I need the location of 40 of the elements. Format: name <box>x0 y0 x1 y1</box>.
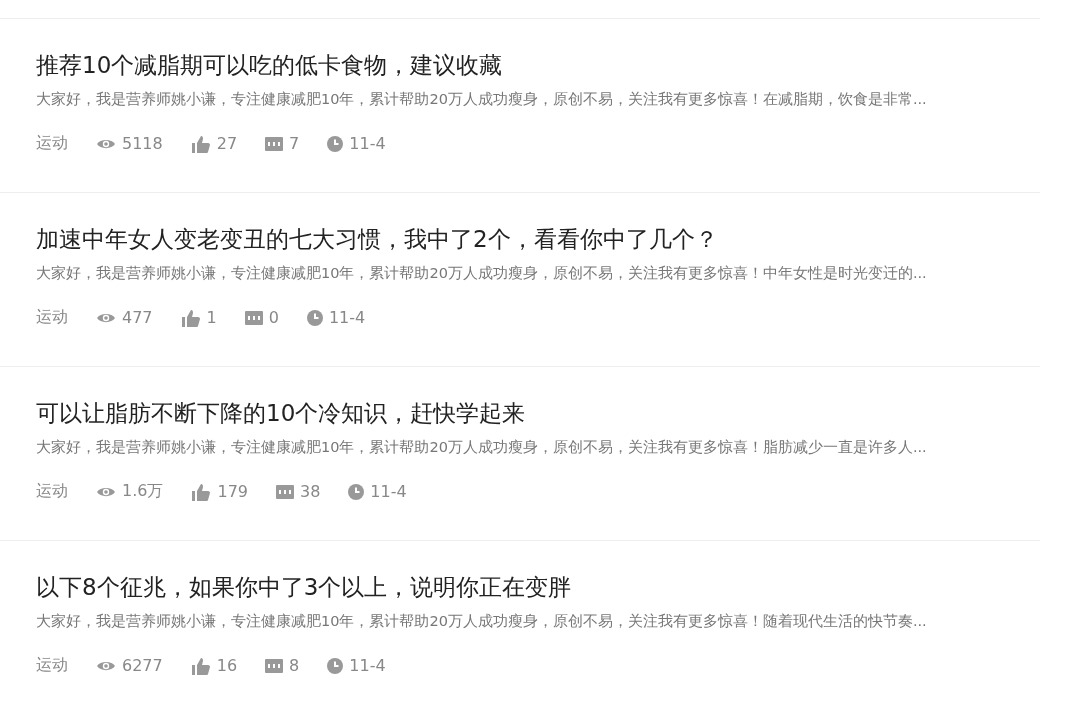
publish-date: 11-4 <box>328 308 366 327</box>
thumbs-up-icon <box>191 482 212 501</box>
view-count: 1.6万 <box>122 481 164 502</box>
category-label: 运动 <box>36 655 68 676</box>
clock-icon <box>348 483 365 500</box>
view-count: 477 <box>122 308 153 327</box>
article-title[interactable]: 推荐10个减脂期可以吃的低卡食物，建议收藏 <box>36 49 1040 81</box>
article-title[interactable]: 加速中年女人变老变丑的七大习惯，我中了2个，看看你中了几个？ <box>36 223 1040 255</box>
publish-date: 11-4 <box>349 134 386 153</box>
article-summary: 大家好，我是营养师姚小谦，专注健康减肥10年，累计帮助20万人成功瘦身，原创不易，关注我有更多惊喜！脂肪减少一直是许多人... <box>36 438 928 457</box>
article-title[interactable]: 可以让脂肪不断下降的10个冷知识，赶快学起来 <box>36 397 1040 429</box>
like-count: 179 <box>217 482 248 501</box>
view-count: 5118 <box>122 134 163 153</box>
comment-icon <box>276 484 294 499</box>
comment-count: 7 <box>289 134 300 153</box>
article-summary: 大家好，我是营养师姚小谦，专注健康减肥10年，累计帮助20万人成功瘦身，原创不易，关注我有更多惊喜！随着现代生活的快节奏... <box>36 612 928 631</box>
category-label: 运动 <box>36 481 68 502</box>
like-count: 16 <box>216 656 238 675</box>
comment-icon <box>265 136 284 151</box>
comment-count: 0 <box>268 308 279 327</box>
clock-icon <box>327 135 344 152</box>
comment-icon <box>265 658 284 673</box>
category-label: 运动 <box>36 133 68 154</box>
thumbs-up-icon <box>190 656 211 675</box>
thumbs-up-icon <box>190 134 211 153</box>
article-title[interactable]: 以下8个征兆，如果你中了3个以上，说明你正在变胖 <box>36 571 1040 603</box>
view-count: 6277 <box>122 656 163 675</box>
category-label: 运动 <box>36 307 68 328</box>
like-count: 1 <box>206 308 217 327</box>
clock-icon <box>327 657 344 674</box>
clock-icon <box>306 309 323 326</box>
like-count: 27 <box>216 134 238 153</box>
publish-date: 11-4 <box>370 482 407 501</box>
article-summary: 大家好，我是营养师姚小谦，专注健康减肥10年，累计帮助20万人成功瘦身，原创不易，关注我有更多惊喜！在减脂期，饮食是非常... <box>36 90 928 109</box>
thumbs-up-icon <box>180 308 201 327</box>
comment-count: 38 <box>300 482 321 501</box>
comment-icon <box>244 310 263 325</box>
comment-count: 8 <box>289 656 300 675</box>
publish-date: 11-4 <box>349 656 386 675</box>
article-summary: 大家好，我是营养师姚小谦，专注健康减肥10年，累计帮助20万人成功瘦身，原创不易，关注我有更多惊喜！中年女性是时光变迁的... <box>36 264 928 283</box>
